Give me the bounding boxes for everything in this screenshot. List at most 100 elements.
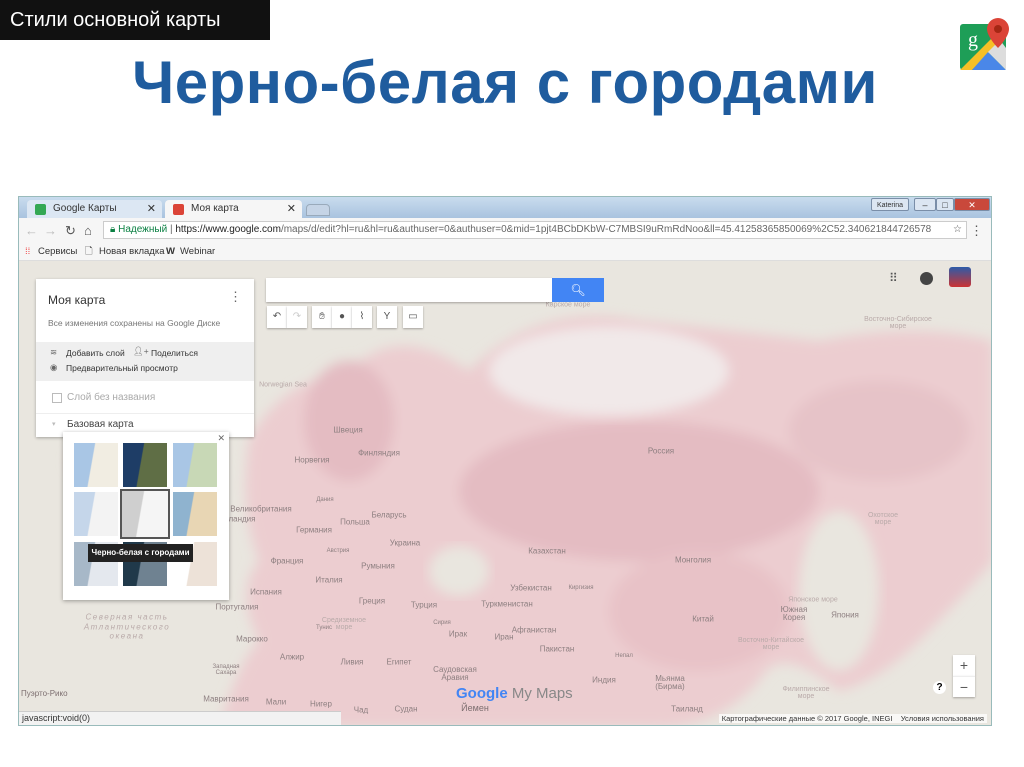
hand-icon[interactable]: ✋︎ [312, 306, 332, 328]
map-label: Турция [410, 600, 438, 610]
save-status: Все изменения сохранены на Google Диске [48, 318, 221, 328]
map-label: Алжир [279, 652, 305, 662]
style-thumb-light-political[interactable] [74, 492, 118, 536]
bookmark-services[interactable]: Сервисы [38, 242, 77, 261]
map-label: Украина [389, 538, 421, 548]
map-label: Сирия [433, 620, 451, 626]
bookmark-webinar[interactable]: Webinar [180, 242, 215, 261]
apps-grid-icon[interactable]: ⠿ [889, 271, 898, 285]
map-label: Швеция [333, 425, 363, 435]
back-icon[interactable]: ← [25, 223, 38, 238]
map-label: Туркменистан [481, 599, 533, 609]
lock-icon: 🔒︎ [110, 224, 119, 235]
map-label: Марокко [236, 634, 268, 644]
map-label: Италия [315, 575, 343, 585]
minimize-button[interactable]: – [914, 198, 936, 211]
map-label: Нигер [310, 699, 332, 709]
style-tooltip: Черно-белая с городами [88, 544, 193, 562]
sea-label: Карское море [545, 301, 591, 309]
map-sidebar-panel: Моя карта ⋮ Все изменения сохранены на G… [36, 279, 254, 437]
forward-icon[interactable]: → [44, 223, 57, 238]
menu-icon[interactable]: ⋮ [970, 223, 983, 239]
reload-icon[interactable]: ↻ [65, 223, 76, 239]
map-label: Япония [831, 610, 859, 620]
style-thumb-terrain[interactable] [173, 443, 217, 487]
sea-label: Японское море [788, 596, 838, 604]
close-tab-icon[interactable]: ✕ [287, 200, 296, 218]
home-icon[interactable]: ⌂ [84, 223, 92, 238]
share-button[interactable]: Поделиться [151, 348, 198, 358]
marker-icon[interactable]: ● [332, 306, 352, 328]
map-label: Испания [250, 587, 282, 597]
user-badge[interactable]: Katerina [871, 198, 909, 211]
map-label: Финляндия [358, 448, 400, 458]
tab-label: Моя карта [191, 203, 239, 214]
map-attribution: Картографические данные © 2017 Google, I… [718, 714, 987, 723]
map-canvas[interactable]: Norwegian Sea Швеция Финляндия Норвегия … [19, 261, 991, 725]
ruler-icon[interactable]: ▭ [403, 306, 423, 328]
map-label: Норвегия [294, 455, 330, 465]
slide-tag: Стили основной карты [0, 0, 270, 40]
avatar[interactable] [949, 267, 971, 287]
address-bar-row: ← → ↻ ⌂ 🔒︎ Надежный | https://www.google… [19, 218, 991, 242]
zoom-in-button[interactable]: + [953, 655, 975, 676]
url-input[interactable]: 🔒︎ Надежный | https://www.google.com/map… [103, 221, 967, 239]
chevron-down-icon[interactable]: ▾ [52, 420, 56, 428]
map-label: Таиланд [671, 704, 703, 714]
bookmark-new-tab[interactable]: Новая вкладка [99, 242, 164, 261]
style-thumb-atlas[interactable] [173, 492, 217, 536]
map-label: Судан [394, 704, 418, 714]
map-label: Казахстан [528, 546, 566, 556]
add-person-icon: 👤︎+ [133, 346, 149, 356]
map-label: Россия [647, 446, 675, 456]
preview-button[interactable]: Предварительный просмотр [66, 363, 178, 373]
map-title[interactable]: Моя карта [48, 293, 105, 307]
secure-label: Надежный [118, 224, 168, 235]
map-label: Чад [353, 705, 369, 715]
tab-my-map[interactable]: Моя карта ✕ [165, 200, 302, 218]
new-tab-button[interactable] [306, 204, 330, 216]
map-pin-icon [173, 204, 184, 215]
url-host: https://www.google.com [175, 224, 281, 235]
draw-line-icon[interactable]: ⌇ [352, 306, 372, 328]
directions-icon[interactable]: Y [377, 306, 397, 328]
close-icon[interactable]: ✕ [217, 433, 225, 444]
close-tab-icon[interactable]: ✕ [147, 200, 156, 218]
maximize-button[interactable]: □ [936, 198, 954, 211]
my-maps-wordmark: My Maps [511, 685, 573, 702]
tab-google-maps[interactable]: Google Карты ✕ [27, 200, 162, 218]
more-options-icon[interactable]: ⋮ [229, 289, 242, 305]
map-label: Польша [340, 517, 370, 527]
attribution-text: Картографические данные © 2017 Google, I… [721, 714, 893, 723]
map-label: Пакистан [539, 644, 575, 654]
google-maps-logo-icon: g [960, 18, 1009, 70]
redo-button[interactable]: ↷ [287, 306, 307, 328]
help-icon[interactable]: ? [933, 681, 946, 694]
map-label: Великобритания [230, 504, 292, 514]
terms-link[interactable]: Условия использования [901, 714, 984, 723]
close-window-button[interactable]: ✕ [954, 198, 990, 211]
add-layer-button[interactable]: Добавить слой [66, 348, 125, 358]
map-label: Йемен [461, 703, 489, 713]
slide-title: Черно-белая с городами [132, 49, 878, 116]
style-thumb-satellite[interactable] [123, 443, 167, 487]
notifications-icon[interactable] [920, 272, 933, 285]
undo-button[interactable]: ↶ [267, 306, 287, 328]
map-label: Монголия [674, 555, 712, 565]
map-label: Румыния [361, 561, 395, 571]
layer-checkbox[interactable] [52, 393, 62, 403]
map-label: Дания [316, 497, 334, 503]
search-button[interactable]: 🔍︎ [552, 278, 604, 302]
zoom-out-button[interactable]: − [953, 676, 975, 697]
map-label: Беларусь [371, 510, 407, 520]
star-icon[interactable]: ☆ [953, 222, 962, 238]
layer-name[interactable]: Слой без названия [67, 392, 155, 403]
style-thumb-mono-city[interactable] [120, 489, 170, 539]
map-label: Китай [692, 614, 714, 624]
style-thumb-map[interactable] [74, 443, 118, 487]
map-label: Узбекистан [510, 583, 552, 593]
map-label: Германия [296, 525, 332, 535]
search-input[interactable] [266, 278, 552, 302]
sea-label: Охотское море [867, 512, 899, 526]
base-map-label[interactable]: Базовая карта [67, 419, 134, 430]
